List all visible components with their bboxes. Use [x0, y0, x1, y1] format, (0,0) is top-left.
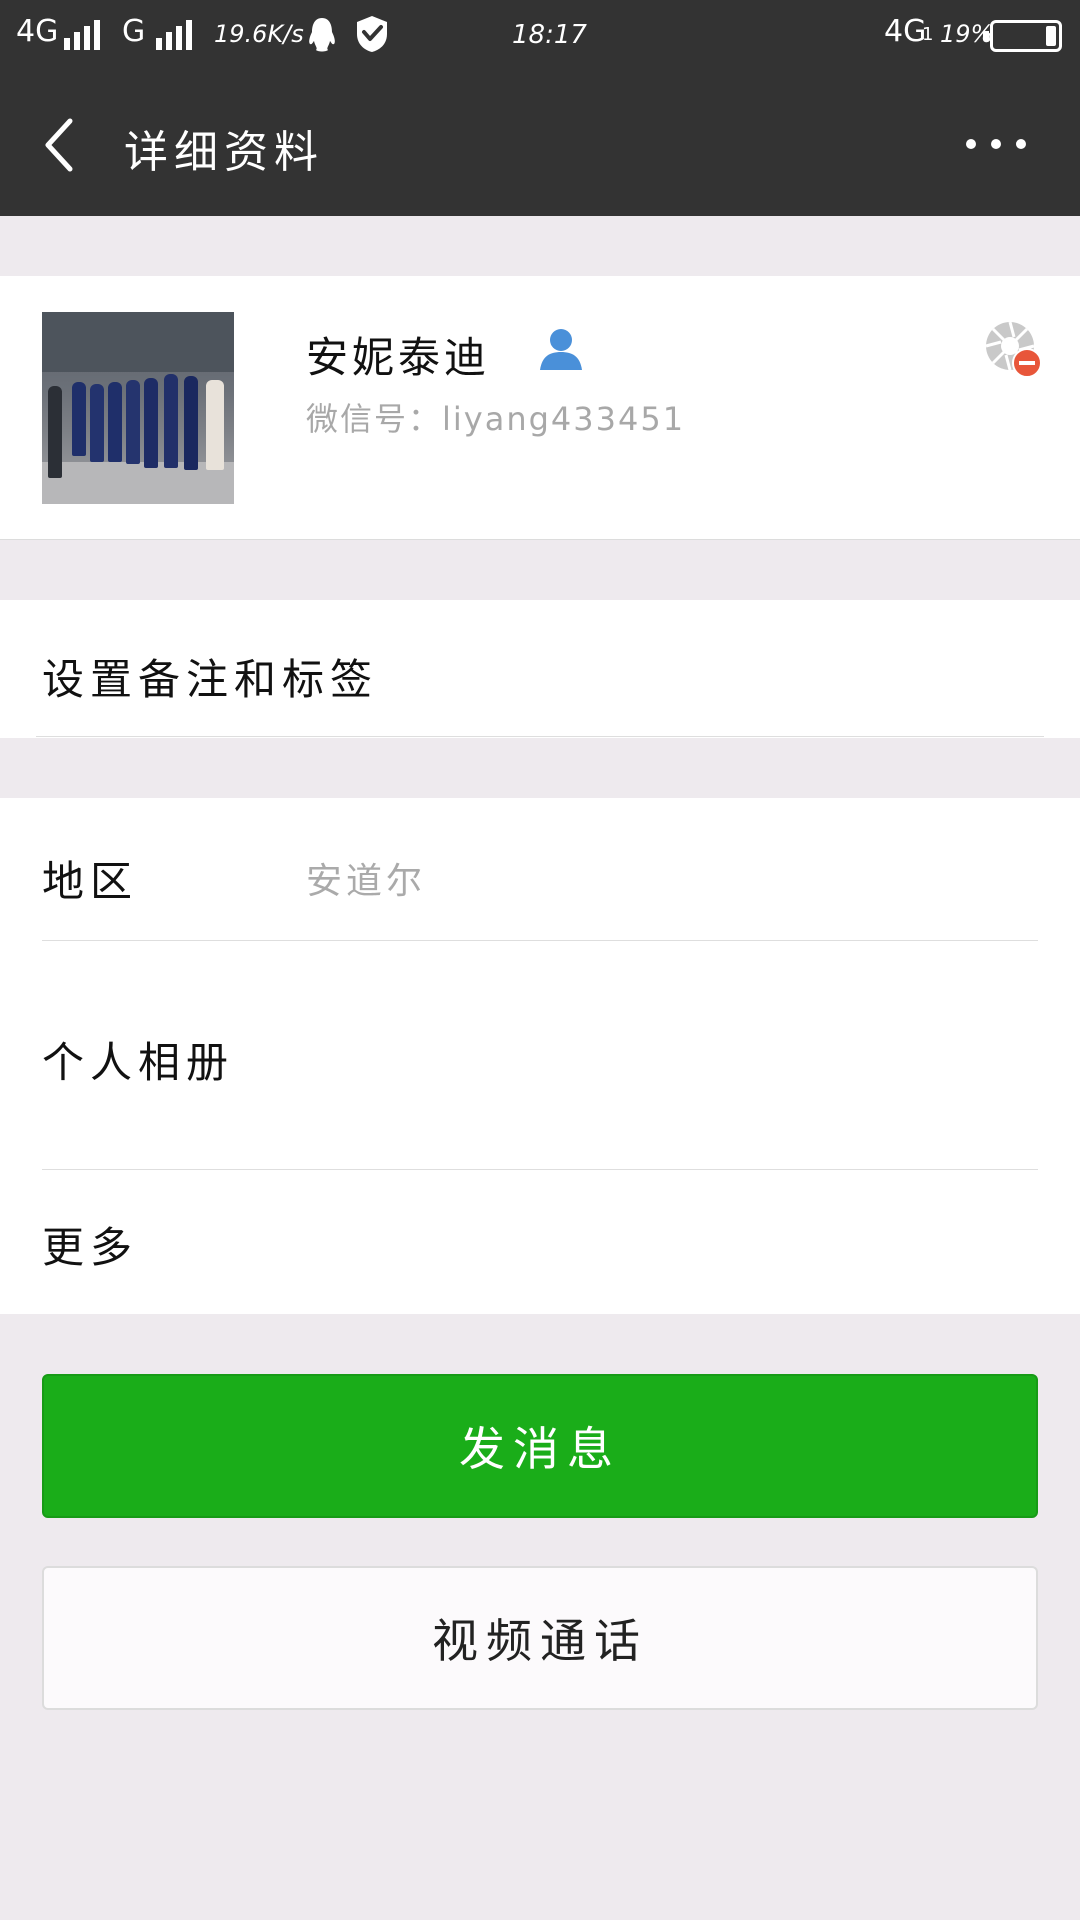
send-message-button[interactable]: 发消息	[42, 1374, 1038, 1518]
remark-label: 设置备注和标签	[42, 655, 379, 704]
qq-icon	[309, 18, 335, 52]
avatar[interactable]	[42, 312, 234, 504]
signal-icon-2	[156, 18, 192, 50]
page-title: 详细资料	[124, 127, 324, 178]
blocked-moments-icon	[985, 321, 1042, 378]
status-bar: 4G G 19.6K/s 18:17 4G 1 19%	[0, 0, 1080, 72]
info-section: 地区 安道尔 个人相册 更多	[0, 798, 1080, 1314]
shield-icon	[357, 16, 387, 52]
region-label: 地区	[42, 857, 139, 906]
album-label: 个人相册	[42, 1038, 235, 1087]
network-speed: 19.6K/s	[214, 20, 304, 48]
network-type-1: 4G	[16, 14, 59, 49]
network-type-2: G	[122, 14, 146, 49]
region-value: 安道尔	[306, 861, 427, 902]
more-icon[interactable]	[966, 132, 1026, 156]
back-icon[interactable]	[40, 117, 80, 173]
profile-name: 安妮泰迪	[306, 333, 491, 382]
album-row[interactable]: 个人相册	[0, 941, 1080, 1169]
more-label: 更多	[42, 1223, 139, 1272]
person-icon	[540, 329, 582, 370]
remark-row[interactable]: 设置备注和标签	[0, 600, 1080, 738]
network-type-3: 4G	[884, 14, 927, 49]
divider	[36, 736, 1044, 737]
video-call-button[interactable]: 视频通话	[42, 1566, 1038, 1710]
battery-icon	[983, 20, 1062, 52]
region-row[interactable]: 地区 安道尔	[0, 798, 1080, 940]
signal-icon-1	[64, 18, 100, 50]
title-bar: 详细资料	[0, 72, 1080, 216]
profile-card[interactable]: 安妮泰迪 微信号：liyang433451	[0, 276, 1080, 540]
wechat-id: 微信号：liyang433451	[306, 400, 686, 438]
more-row[interactable]: 更多	[0, 1170, 1080, 1314]
sim-index: 1	[922, 24, 934, 45]
clock: 18:17	[512, 20, 587, 50]
